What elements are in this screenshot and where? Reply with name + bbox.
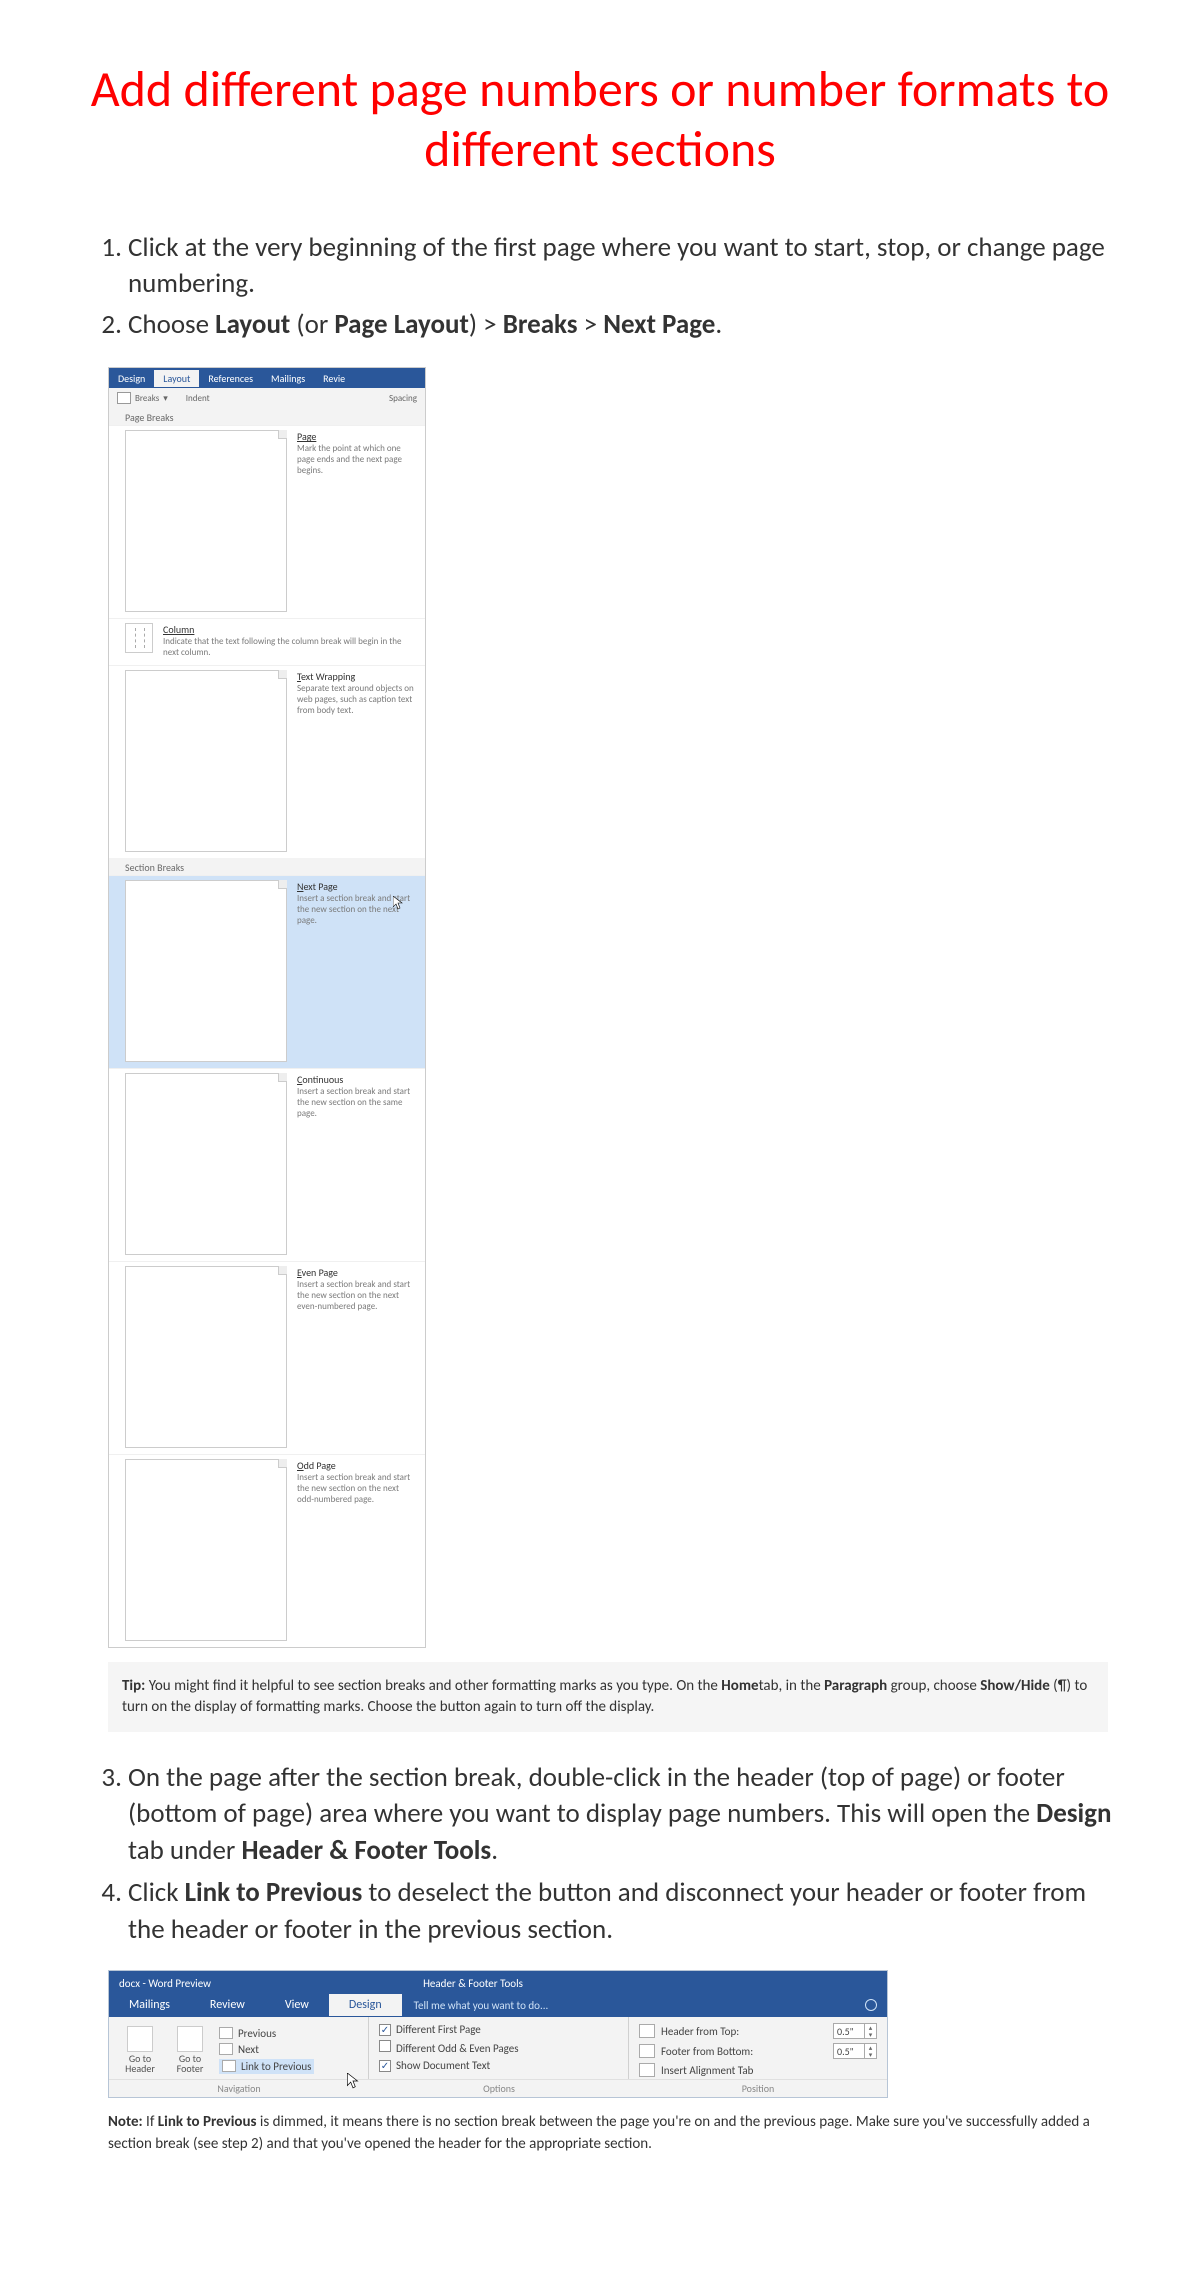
- menu-item-odd-page[interactable]: Odd PageInsert a section break and start…: [109, 1454, 425, 1647]
- previous-icon: [219, 2027, 233, 2039]
- previous-button[interactable]: Previous: [219, 2027, 314, 2040]
- next-button[interactable]: Next: [219, 2043, 314, 2056]
- step-2-nextpage: Next Page: [603, 308, 715, 341]
- page-break-icon: [125, 430, 287, 612]
- menu-item-text-wrapping[interactable]: Text WrappingSeparate text around object…: [109, 665, 425, 858]
- cursor-icon: [347, 2073, 359, 2092]
- odd-page-icon: [125, 1459, 287, 1641]
- text-wrapping-icon: [125, 670, 287, 852]
- next-icon: [219, 2043, 233, 2055]
- section-page-breaks: Page Breaks: [109, 408, 425, 425]
- section-section-breaks: Section Breaks: [109, 858, 425, 875]
- tab-layout[interactable]: Layout: [154, 370, 199, 387]
- tab-mailings[interactable]: Mailings: [262, 370, 314, 387]
- menu-item-even-page[interactable]: Even PageInsert a section break and star…: [109, 1261, 425, 1454]
- breaks-menu-screenshot: Design Layout References Mailings Revie …: [108, 367, 426, 1648]
- group-options: Options: [369, 2079, 629, 2097]
- link-icon: [222, 2060, 236, 2072]
- cursor-icon: [393, 896, 403, 910]
- tell-me[interactable]: Tell me what you want to do...: [402, 1995, 865, 2016]
- menu-item-column[interactable]: ColumnIndicate that the text following t…: [109, 618, 425, 665]
- header-footer-tools-screenshot: docx - Word Preview Header & Footer Tool…: [108, 1970, 888, 2098]
- menu-item-continuous[interactable]: ContinuousInsert a section break and sta…: [109, 1068, 425, 1261]
- note-label: Note:: [108, 2113, 143, 2131]
- step-2: Choose Layout (or Page Layout) > Breaks …: [128, 307, 1120, 343]
- tab-references[interactable]: References: [199, 370, 262, 387]
- alignment-tab-icon: [639, 2063, 655, 2077]
- tab-review[interactable]: Revie: [314, 370, 354, 387]
- lightbulb-icon[interactable]: [865, 1999, 877, 2011]
- next-page-icon: [125, 880, 287, 1062]
- group-position: Position: [629, 2079, 887, 2097]
- page-title: Add different page numbers or number for…: [80, 60, 1120, 180]
- footer-bottom-icon: [639, 2044, 655, 2058]
- header-from-top[interactable]: Header from Top:0.5"▴▾: [639, 2023, 877, 2039]
- step-3: On the page after the section break, dou…: [128, 1760, 1120, 1869]
- window-title: docx - Word Preview: [109, 1974, 369, 1993]
- footer-bottom-spinner[interactable]: 0.5"▴▾: [833, 2043, 877, 2059]
- note-box: Note: If Link to Previous is dimmed, it …: [108, 2112, 1108, 2156]
- step-4: Click Link to Previous to deselect the b…: [128, 1875, 1120, 1948]
- group-navigation: Navigation: [109, 2079, 369, 2097]
- tab-view[interactable]: View: [265, 1994, 329, 2016]
- continuous-icon: [125, 1073, 287, 1255]
- goto-header-icon: [127, 2026, 153, 2052]
- step-2-pagelayout: Page Layout: [334, 308, 469, 341]
- insert-alignment-tab[interactable]: Insert Alignment Tab: [639, 2063, 877, 2077]
- tools-title: Header & Footer Tools: [369, 1974, 577, 1993]
- show-document-text-checkbox[interactable]: Show Document Text: [379, 2059, 618, 2072]
- step-2-layout: Layout: [215, 308, 290, 341]
- spacing-label: Spacing: [389, 393, 417, 404]
- header-top-spinner[interactable]: 0.5"▴▾: [833, 2023, 877, 2039]
- different-odd-even-checkbox[interactable]: Different Odd & Even Pages: [379, 2040, 618, 2055]
- tip-label: Tip:: [122, 1677, 145, 1695]
- link-to-previous-button[interactable]: Link to Previous: [219, 2059, 314, 2074]
- breaks-button[interactable]: Breaks ▾: [117, 392, 168, 404]
- tab-design[interactable]: Design: [109, 370, 154, 387]
- footer-from-bottom[interactable]: Footer from Bottom:0.5"▴▾: [639, 2043, 877, 2059]
- menu-item-page[interactable]: PageMark the point at which one page end…: [109, 425, 425, 618]
- tab-review[interactable]: Review: [190, 1994, 265, 2016]
- step-2-breaks: Breaks: [503, 308, 578, 341]
- column-break-icon: [125, 623, 153, 653]
- even-page-icon: [125, 1266, 287, 1448]
- step-1: Click at the very beginning of the first…: [128, 230, 1120, 303]
- tip-box: Tip: You might find it helpful to see se…: [108, 1662, 1108, 1732]
- goto-header-button[interactable]: Go toHeader: [119, 2026, 161, 2075]
- indent-label: Indent: [186, 393, 210, 404]
- tab-mailings[interactable]: Mailings: [109, 1994, 190, 2016]
- goto-footer-icon: [177, 2026, 203, 2052]
- different-first-page-checkbox[interactable]: Different First Page: [379, 2023, 618, 2036]
- tab-design[interactable]: Design: [329, 1994, 402, 2016]
- goto-footer-button[interactable]: Go toFooter: [169, 2026, 211, 2075]
- menu-item-next-page[interactable]: Next PageInsert a section break and star…: [109, 875, 425, 1068]
- step-2-text: Choose: [128, 308, 215, 341]
- header-top-icon: [639, 2024, 655, 2038]
